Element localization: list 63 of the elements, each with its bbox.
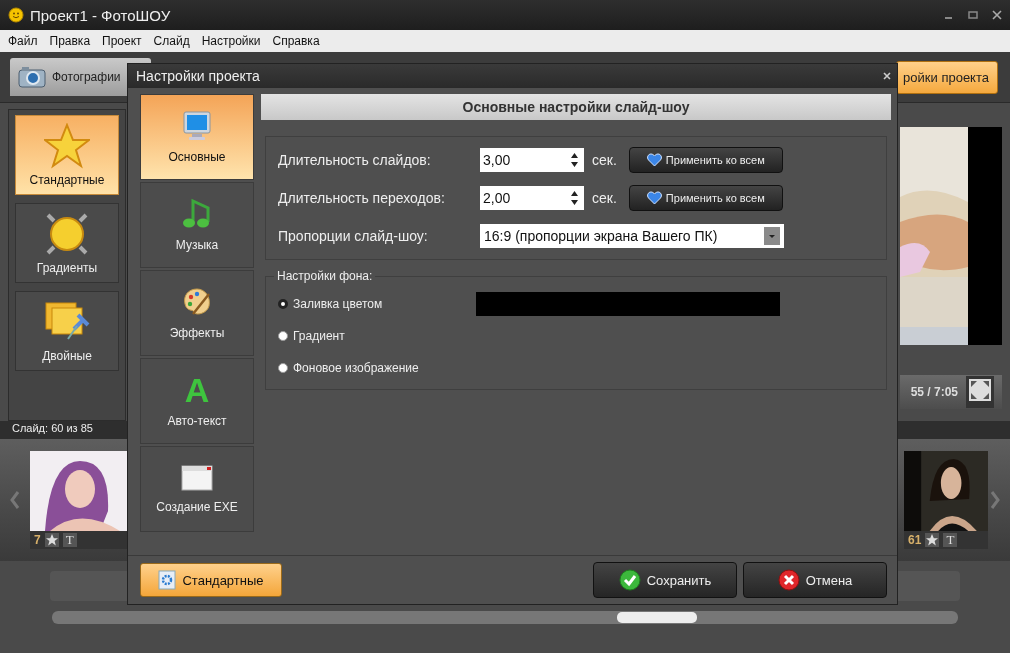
time-counter: 55 / 7:05 bbox=[910, 385, 958, 399]
menu-item[interactable]: Файл bbox=[8, 34, 38, 48]
radio-option[interactable]: Фоновое изображение bbox=[278, 361, 476, 375]
monitor-icon bbox=[181, 110, 213, 142]
star-icon[interactable] bbox=[925, 533, 940, 547]
cancel-button[interactable]: Отмена bbox=[743, 562, 887, 598]
slide-number: 61 bbox=[908, 533, 922, 547]
section-tab[interactable]: Музыка bbox=[140, 182, 254, 268]
close-icon[interactable] bbox=[992, 10, 1002, 20]
scrollbar[interactable] bbox=[52, 611, 958, 624]
field-label: Длительность переходов: bbox=[278, 190, 446, 206]
slide-number: 7 bbox=[34, 533, 41, 547]
style-item[interactable]: Градиенты bbox=[15, 203, 119, 283]
window-icon bbox=[181, 464, 213, 492]
smiley-icon bbox=[8, 7, 24, 23]
text-button[interactable]: T bbox=[62, 533, 77, 547]
spin-arrows-icon bbox=[570, 190, 579, 206]
spin-field[interactable]: 2,00 bbox=[480, 186, 584, 210]
menu-item[interactable]: Правка bbox=[49, 34, 91, 48]
maximize-icon[interactable] bbox=[968, 10, 978, 20]
group-legend: Настройки фона: bbox=[274, 269, 376, 283]
radio-option[interactable]: Градиент bbox=[278, 329, 476, 343]
window-title: Проект1 - ФотоШОУ bbox=[30, 6, 171, 24]
gradient-icon bbox=[44, 211, 90, 257]
letter-icon: A bbox=[184, 374, 210, 406]
field-label: Пропорции слайд-шоу: bbox=[278, 228, 429, 244]
text-button[interactable]: T bbox=[943, 533, 958, 547]
style-item[interactable]: Стандартные bbox=[15, 115, 119, 195]
cancel-icon bbox=[777, 569, 800, 591]
gear-icon bbox=[158, 570, 177, 590]
palette-icon bbox=[181, 286, 213, 318]
menu-item[interactable]: Справка bbox=[272, 34, 320, 48]
project-settings-button[interactable]: ройки проекта bbox=[896, 60, 998, 94]
star-icon bbox=[44, 123, 90, 169]
menu-item[interactable]: Проект bbox=[102, 34, 142, 48]
unit-label: сек. bbox=[592, 152, 617, 168]
camera-icon bbox=[18, 66, 46, 88]
color-swatch[interactable] bbox=[476, 292, 780, 316]
section-tab[interactable]: Эффекты bbox=[140, 270, 254, 356]
defaults-button[interactable]: Стандартные bbox=[140, 563, 282, 597]
unit-label: сек. bbox=[592, 190, 617, 206]
save-button[interactable]: Сохранить bbox=[593, 562, 737, 598]
aspect-dropdown[interactable]: 16:9 (пропорции экрана Вашего ПК) bbox=[480, 224, 784, 248]
checkmark-icon bbox=[618, 569, 641, 591]
radio-option[interactable]: Заливка цветом bbox=[278, 297, 476, 311]
heart-icon bbox=[646, 191, 662, 205]
fullscreen-icon bbox=[969, 379, 991, 401]
style-item[interactable]: Двойные bbox=[15, 291, 119, 371]
spin-arrows-icon bbox=[570, 152, 579, 168]
star-icon[interactable] bbox=[44, 533, 59, 547]
section-tab[interactable]: Основные bbox=[140, 94, 254, 180]
section-tab[interactable]: A Авто-текст bbox=[140, 358, 254, 444]
heart-icon bbox=[646, 153, 662, 167]
menu-item[interactable]: Слайд bbox=[153, 34, 190, 48]
field-label: Длительность слайдов: bbox=[278, 152, 432, 168]
spin-field[interactable]: 3,00 bbox=[480, 148, 584, 172]
apply-all-button[interactable]: Применить ко всем bbox=[628, 185, 783, 211]
menu-item[interactable]: Настройки bbox=[201, 34, 261, 48]
close-icon[interactable] bbox=[883, 72, 891, 80]
apply-all-button[interactable]: Применить ко всем bbox=[628, 147, 783, 173]
section-header: Основные настройки слайд-шоу bbox=[261, 94, 891, 120]
fullscreen-button[interactable] bbox=[966, 376, 994, 408]
section-tab[interactable]: Создание EXE bbox=[140, 446, 254, 532]
